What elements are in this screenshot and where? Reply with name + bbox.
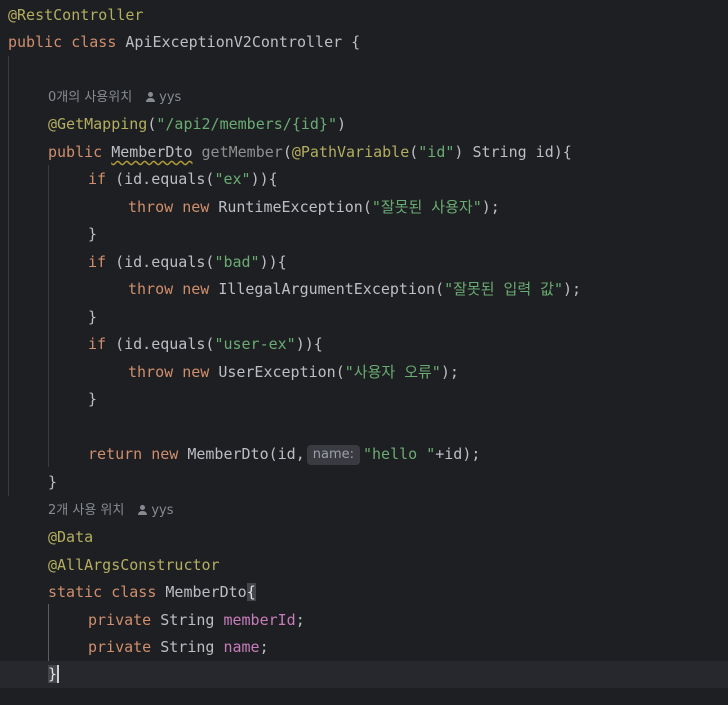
method-name: getMember (201, 143, 283, 161)
code-line: static class MemberDto{ (48, 583, 256, 601)
code-line: throw new RuntimeException("잘못된 사용자"); (128, 198, 500, 216)
author-hint[interactable]: yys (146, 90, 181, 105)
author-hint[interactable]: yys (138, 503, 174, 518)
parameter-name-hint: name: (306, 445, 360, 465)
code-line: public MemberDto getMember(@PathVariable… (48, 143, 572, 161)
code-line: } (88, 308, 98, 326)
code-line: public class ApiExceptionV2Controller { (8, 33, 361, 51)
warning-underline-type[interactable]: MemberDto (111, 143, 192, 161)
code-line: @RestController (8, 6, 144, 24)
code-line: @Data (48, 528, 94, 546)
code-line: private String memberId; (88, 611, 305, 629)
code-line: } (88, 390, 98, 408)
text-caret (57, 665, 60, 683)
usages-count[interactable]: 0개의 사용위치 (48, 90, 132, 105)
code-line: } (88, 225, 98, 243)
code-line: if (id.equals("bad")){ (88, 253, 287, 271)
code-editor[interactable]: @RestController public class ApiExceptio… (0, 0, 728, 705)
code-line: if (id.equals("user-ex")){ (88, 335, 323, 353)
code-line: throw new UserException("사용자 오류"); (128, 363, 459, 381)
class-name: ApiExceptionV2Controller (125, 33, 343, 51)
user-icon (138, 505, 148, 515)
current-line[interactable]: } (0, 661, 728, 688)
matched-brace: { (246, 583, 256, 601)
code-line: return new MemberDto(id, name: "hello "+id… (88, 445, 481, 465)
usages-hint[interactable]: 0개의 사용위치 yys (0, 84, 728, 111)
code-line: throw new IllegalArgumentException("잘못된 … (128, 280, 582, 298)
code-line: } (48, 473, 58, 491)
user-icon (146, 92, 156, 102)
usages-count[interactable]: 2개 사용 위치 (48, 503, 124, 518)
matched-brace: } (48, 665, 58, 683)
code-line: if (id.equals("ex")){ (88, 170, 278, 188)
usages-hint[interactable]: 2개 사용 위치 yys (0, 497, 728, 524)
code-line: private String name; (88, 638, 269, 656)
code-line: @AllArgsConstructor (48, 556, 220, 574)
code-line: @GetMapping("/api2/members/{id}") (48, 115, 347, 133)
